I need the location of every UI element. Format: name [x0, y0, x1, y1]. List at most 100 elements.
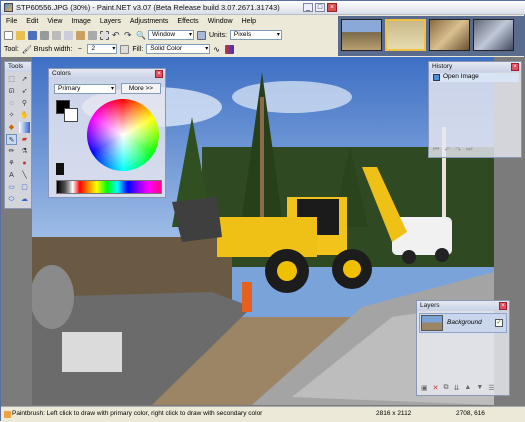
move-icon[interactable]: ➚: [19, 74, 30, 85]
paintbrush-icon[interactable]: 🖌: [22, 45, 32, 54]
menu-adjustments[interactable]: Adjustments: [130, 16, 169, 28]
duplicate-layer-icon[interactable]: ⧉: [444, 384, 449, 392]
status-message: Paintbrush: Left click to draw with prim…: [12, 410, 263, 417]
image-file-icon: [433, 74, 440, 81]
tool-label: Tool:: [4, 45, 19, 53]
merge-layer-icon[interactable]: ⇊: [454, 384, 460, 392]
tools-panel: Tools ⬚ ➚ ᘏ ➶ ◌ ⚲ ✧ ✋ ◆ ✎ ▰ ✏ ⚗ ⚘ ● A ╲ …: [4, 61, 32, 209]
menu-image[interactable]: Image: [71, 16, 90, 28]
pencil-icon[interactable]: ✏: [6, 146, 17, 157]
paintbrush-tool-icon[interactable]: ✎: [6, 134, 17, 145]
window-title: STP60556.JPG (30%) - Paint.NET v3.07 (Be…: [16, 3, 280, 12]
fill-label: Fill:: [132, 45, 144, 53]
brush-width-select[interactable]: 2: [87, 44, 118, 54]
opacity-slider[interactable]: [56, 163, 64, 175]
color-wheel[interactable]: [87, 99, 159, 171]
layer-row[interactable]: Background ✓: [419, 313, 507, 333]
zoom-tool-icon[interactable]: ⚲: [19, 98, 30, 109]
units-label: Units:: [209, 31, 227, 39]
brush-width-label: Brush width:: [33, 45, 73, 53]
menu-help[interactable]: Help: [242, 16, 256, 28]
antialias-icon[interactable]: [120, 44, 130, 54]
magic-wand-icon[interactable]: ✧: [6, 110, 17, 121]
grid-icon[interactable]: [197, 30, 206, 40]
line-style-icon[interactable]: ∿: [213, 45, 222, 54]
image-thumbnail-strip: [338, 16, 525, 56]
open-folder-icon[interactable]: [16, 30, 25, 40]
ellipse-select-icon[interactable]: ◌: [6, 98, 17, 109]
add-layer-icon[interactable]: ▣: [421, 384, 428, 392]
crop-icon[interactable]: [88, 30, 97, 40]
colors-close-button[interactable]: ×: [155, 70, 163, 78]
paint-bucket-icon[interactable]: ◆: [6, 122, 17, 133]
thumbnail-1[interactable]: [341, 19, 382, 51]
secondary-color-swatch[interactable]: [64, 108, 78, 122]
line-icon[interactable]: ╲: [19, 170, 30, 181]
color-picker-icon[interactable]: ⚗: [19, 146, 30, 157]
history-panel-header: History ×: [429, 62, 521, 72]
copy-icon[interactable]: [64, 30, 73, 40]
history-item[interactable]: Open Image: [431, 73, 519, 82]
window-controls: _ □ ×: [303, 3, 337, 12]
menu-bar: File Edit View Image Layers Adjustments …: [1, 16, 361, 28]
delete-layer-icon[interactable]: ✕: [433, 384, 439, 392]
layer-name: Background: [447, 319, 482, 326]
undo-icon[interactable]: ↶: [112, 30, 121, 40]
undo-history-icon[interactable]: ↶: [444, 146, 450, 154]
paste-icon[interactable]: [76, 30, 85, 40]
paintbrush-status-icon: [4, 411, 11, 418]
color-palette[interactable]: [56, 180, 162, 194]
menu-file[interactable]: File: [6, 16, 17, 28]
deselect-icon[interactable]: [100, 30, 109, 40]
move-selection-icon[interactable]: ➶: [19, 86, 30, 97]
redo-history-icon[interactable]: ↷: [455, 146, 461, 154]
lasso-icon[interactable]: ᘏ: [6, 86, 17, 97]
decrease-icon[interactable]: −: [75, 45, 84, 54]
layer-visibility-checkbox[interactable]: ✓: [495, 319, 503, 327]
pan-icon[interactable]: ✋: [19, 110, 30, 121]
tools-panel-title: Tools: [8, 63, 24, 70]
rectangle-icon[interactable]: ▭: [6, 182, 17, 193]
thumbnail-3[interactable]: [429, 19, 470, 51]
layer-properties-icon[interactable]: ☰: [488, 384, 494, 392]
clone-stamp-icon[interactable]: ⚘: [6, 158, 17, 169]
colors-panel-header: Colors ×: [49, 69, 165, 79]
maximize-button[interactable]: □: [315, 3, 325, 12]
gradient-icon[interactable]: [19, 122, 30, 133]
new-file-icon[interactable]: [4, 30, 13, 40]
redo-icon[interactable]: ↷: [124, 30, 133, 40]
units-select[interactable]: Pixels: [229, 30, 282, 40]
cut-icon[interactable]: [52, 30, 61, 40]
menu-layers[interactable]: Layers: [100, 16, 121, 28]
menu-window[interactable]: Window: [208, 16, 233, 28]
save-icon[interactable]: [28, 30, 37, 40]
close-button[interactable]: ×: [327, 3, 337, 12]
move-down-icon[interactable]: ▼: [476, 384, 483, 392]
menu-edit[interactable]: Edit: [26, 16, 38, 28]
fast-forward-icon[interactable]: ⏭: [466, 146, 472, 154]
fill-select[interactable]: Solid Color: [146, 44, 211, 54]
thumbnail-2[interactable]: [385, 19, 426, 51]
rounded-rect-icon[interactable]: ▢: [19, 182, 30, 193]
thumbnail-4[interactable]: [473, 19, 514, 51]
history-close-button[interactable]: ×: [511, 63, 519, 71]
freeform-shape-icon[interactable]: ☁: [19, 194, 30, 205]
blend-mode-icon[interactable]: [225, 44, 235, 54]
colors-panel: Colors × Primary More >>: [48, 68, 166, 198]
rewind-icon[interactable]: ⏮: [433, 146, 439, 154]
menu-view[interactable]: View: [47, 16, 62, 28]
rectangle-select-icon[interactable]: ⬚: [6, 74, 17, 85]
minimize-button[interactable]: _: [303, 3, 313, 12]
menu-effects[interactable]: Effects: [177, 16, 198, 28]
eraser-icon[interactable]: ▰: [19, 134, 30, 145]
tools-panel-header: Tools: [5, 62, 31, 72]
ellipse-icon[interactable]: ⬭: [6, 194, 17, 205]
text-icon[interactable]: A: [6, 170, 17, 181]
more-button[interactable]: More >>: [121, 83, 161, 94]
move-up-icon[interactable]: ▲: [464, 384, 471, 392]
print-icon[interactable]: [40, 30, 49, 40]
layers-close-button[interactable]: ×: [499, 302, 507, 310]
zoom-select[interactable]: Window: [148, 30, 194, 40]
recolor-icon[interactable]: ●: [19, 158, 30, 169]
color-mode-select[interactable]: Primary: [54, 84, 116, 94]
